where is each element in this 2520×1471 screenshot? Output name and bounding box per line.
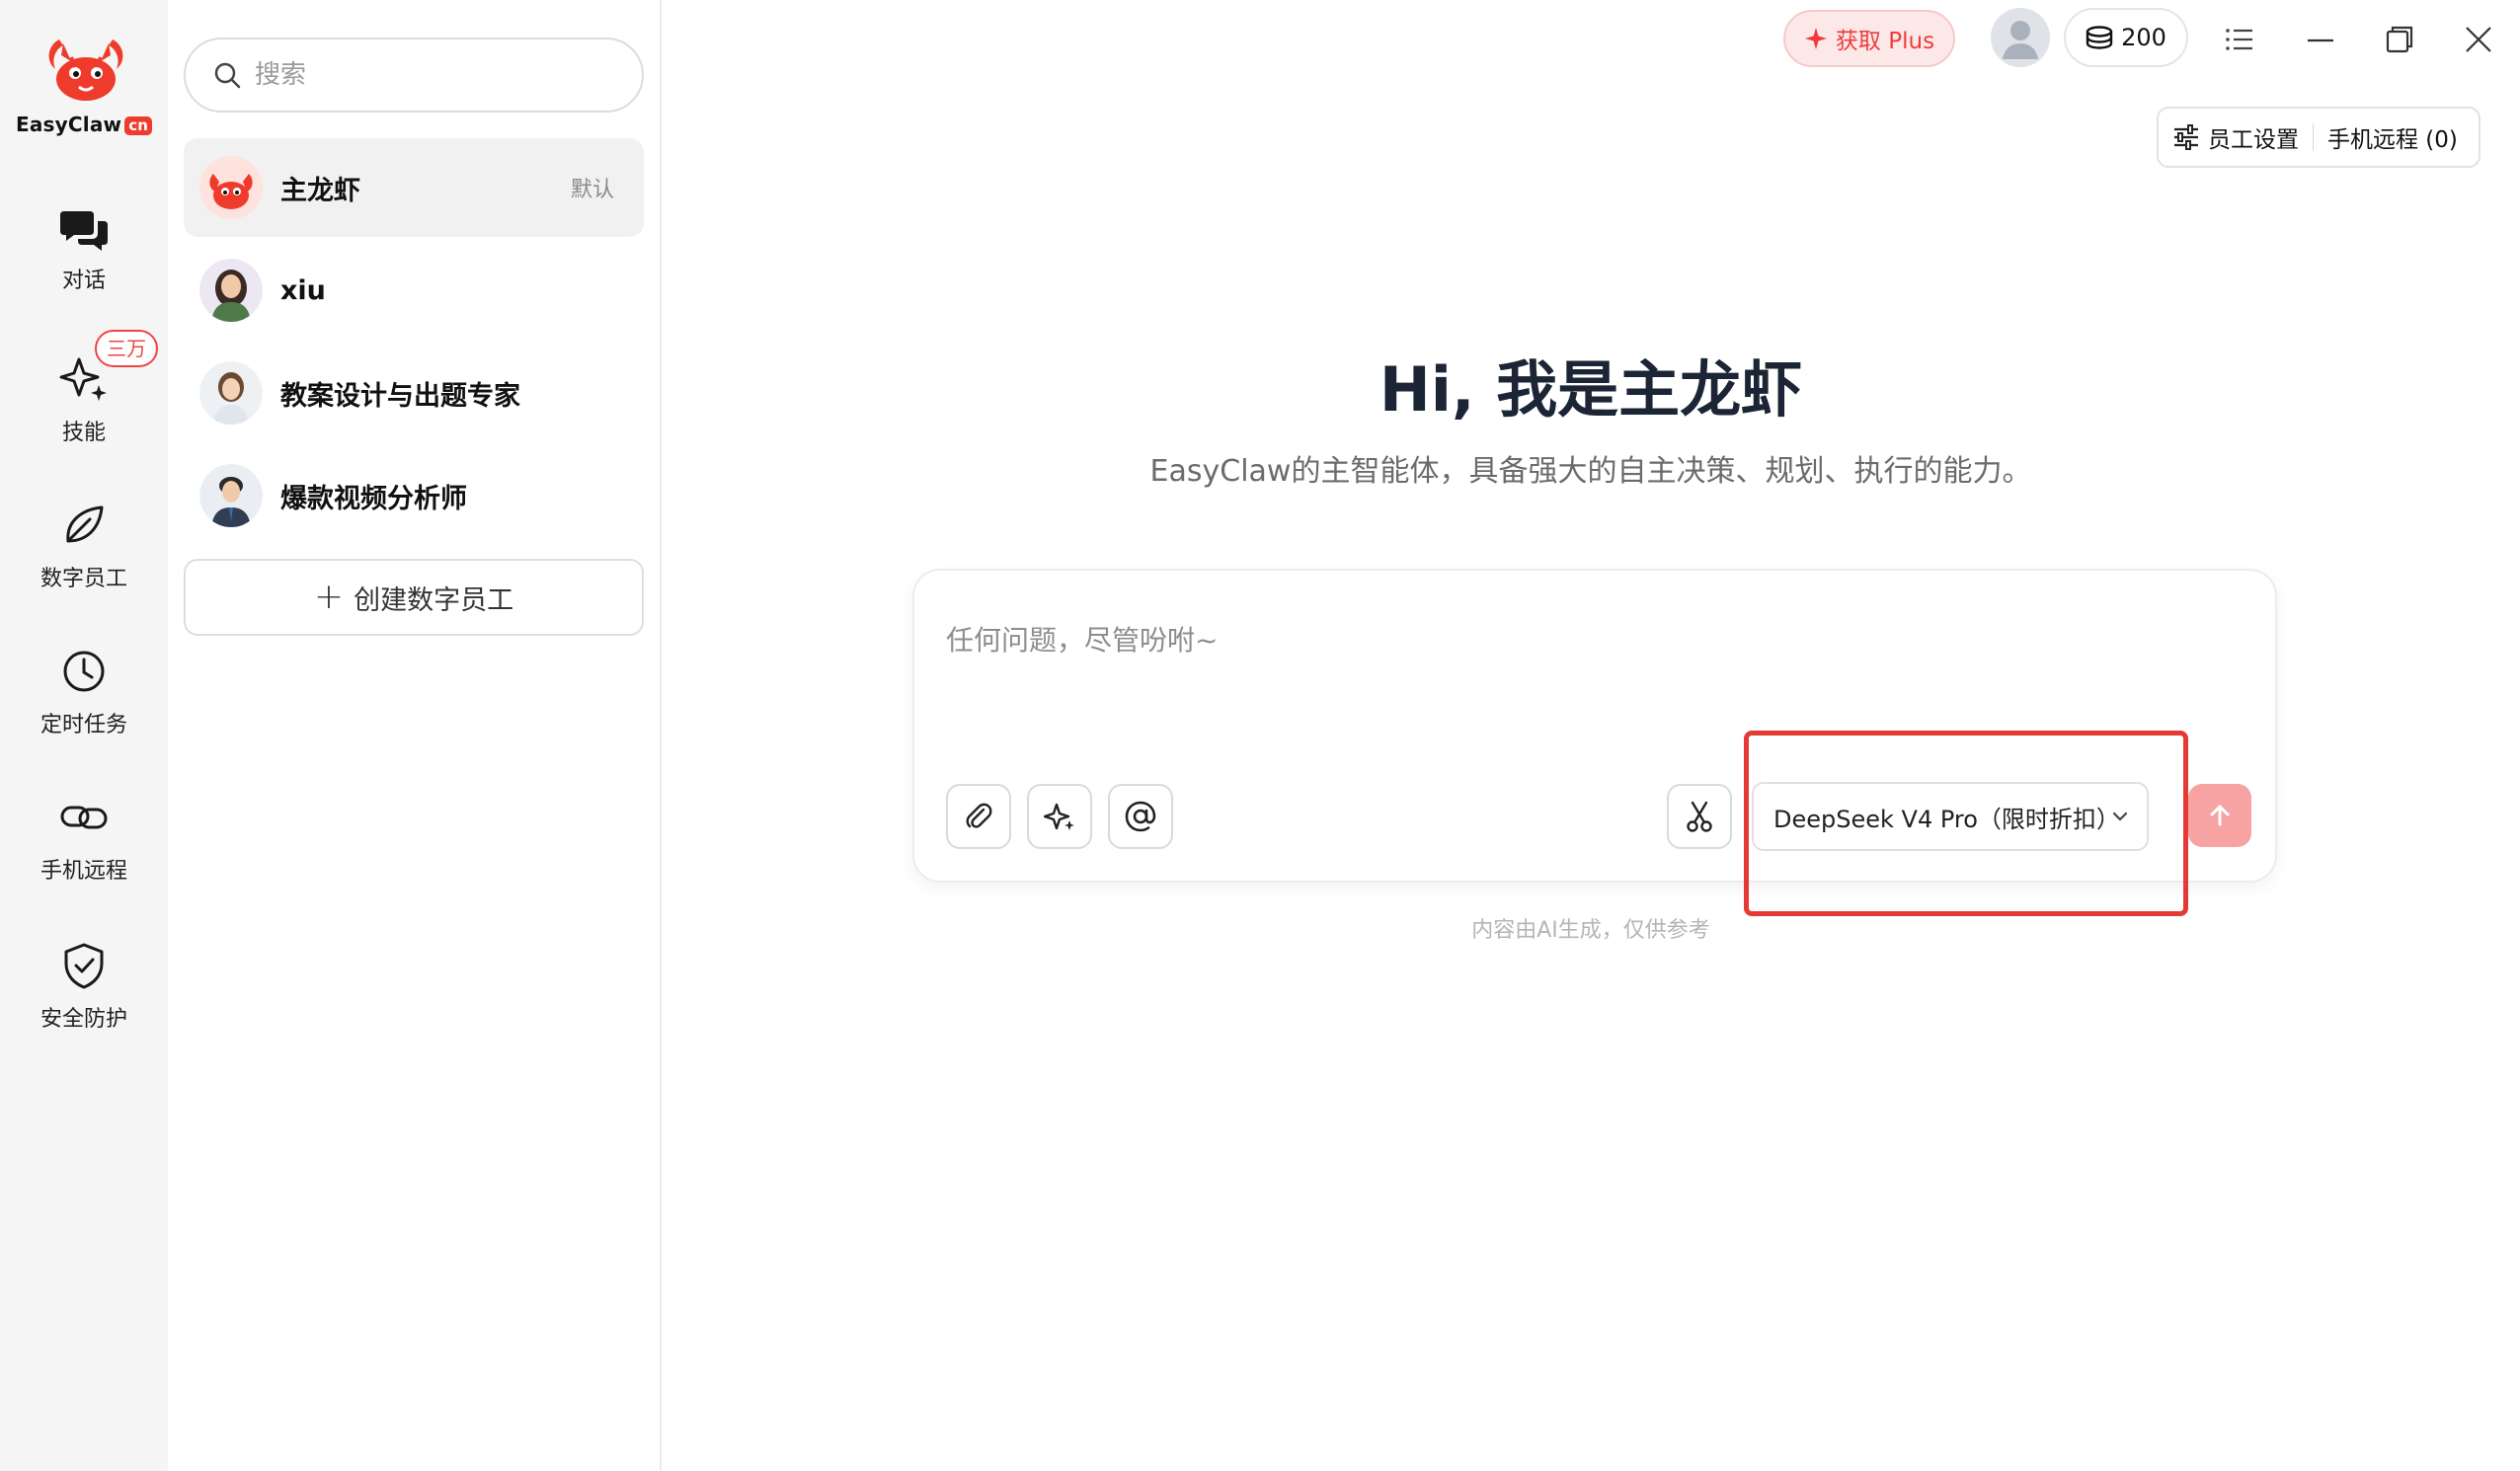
credits-value: 200	[2121, 24, 2166, 51]
get-plus-button[interactable]: 获取 Plus	[1783, 10, 1955, 67]
logo-badge: cn	[124, 116, 153, 135]
agent-avatar	[199, 464, 263, 527]
model-selector[interactable]: DeepSeek V4 Pro（限时折扣）	[1752, 782, 2149, 851]
mention-button[interactable]	[1108, 784, 1173, 849]
sparkle-icon	[1044, 803, 1074, 830]
menu-button[interactable]	[2218, 18, 2261, 61]
greeting-subtitle: EasyClaw的主智能体，具备强大的自主决策、规划、执行的能力。	[1149, 454, 2032, 489]
plus-icon: +	[313, 577, 345, 617]
logo-text: EasyClaw cn	[16, 113, 153, 136]
nav-item-phone-remote[interactable]: 手机远程	[0, 794, 168, 885]
at-icon	[1125, 801, 1156, 832]
nav-item-chat[interactable]: 对话	[0, 207, 168, 294]
arrow-up-icon	[2210, 805, 2230, 826]
nav-label: 定时任务	[39, 713, 127, 737]
search-input[interactable]	[255, 60, 610, 90]
ai-disclaimer: 内容由AI生成，仅供参考	[1471, 918, 1710, 943]
nav-label: 对话	[61, 269, 106, 293]
maximize-button[interactable]	[2378, 18, 2421, 61]
staff-settings-button[interactable]: 员工设置	[2159, 109, 2313, 166]
user-icon	[1991, 8, 2050, 67]
search-box[interactable]	[184, 38, 644, 113]
search-icon	[214, 62, 241, 89]
nav-label: 手机远程	[39, 859, 127, 884]
lobster-logo-icon	[48, 39, 123, 101]
sliders-icon	[2174, 124, 2198, 150]
skills-count-badge: 三万	[95, 330, 158, 367]
nav-label: 技能	[61, 421, 106, 445]
scissors-button[interactable]	[1667, 784, 1732, 849]
phone-remote-button[interactable]: 手机远程 (0)	[2314, 109, 2472, 166]
nav-item-skills[interactable]: 三万 技能	[0, 330, 168, 446]
attach-button[interactable]	[946, 784, 1011, 849]
agent-name: 爆款视频分析师	[280, 483, 467, 514]
agent-item-video-analyst[interactable]: 爆款视频分析师	[184, 446, 644, 545]
agent-avatar	[199, 361, 263, 425]
model-name: DeepSeek V4 Pro（限时折扣）	[1773, 805, 2120, 833]
agent-item-main-lobster[interactable]: 主龙虾 默认	[184, 138, 644, 237]
create-agent-label: 创建数字员工	[354, 584, 514, 616]
get-plus-label: 获取 Plus	[1835, 29, 1935, 54]
user-avatar[interactable]	[1991, 8, 2050, 67]
restore-icon	[2386, 26, 2413, 53]
coins-icon	[2086, 26, 2113, 49]
list-menu-icon	[2226, 29, 2252, 50]
agent-name: 主龙虾	[280, 175, 360, 206]
chat-icon	[60, 211, 108, 251]
nav-label: 安全防护	[39, 1007, 127, 1032]
send-button[interactable]	[2188, 784, 2251, 847]
agent-list-panel: 主龙虾 默认 xiu	[168, 0, 662, 1471]
agent-item-xiu[interactable]: xiu	[184, 241, 644, 340]
agent-avatar	[199, 259, 263, 322]
minimize-button[interactable]	[2299, 18, 2342, 61]
agent-name: 教案设计与出题专家	[280, 380, 520, 412]
close-button[interactable]	[2457, 18, 2500, 61]
message-composer: DeepSeek V4 Pro（限时折扣）	[912, 569, 2277, 883]
chevron-down-icon	[2112, 812, 2128, 821]
clock-icon	[63, 651, 105, 692]
agent-avatar	[199, 156, 263, 219]
app-window: EasyClaw cn 对话 三万 技能 数字员工 定时任务 手机远程 安全防护…	[0, 0, 2520, 1471]
link-icon	[60, 806, 108, 829]
star-icon	[1804, 28, 1827, 49]
skills-button[interactable]	[1027, 784, 1092, 849]
leaf-icon	[66, 505, 104, 543]
staff-settings-label: 员工设置	[2208, 127, 2299, 153]
header-actions: 员工设置 手机远程 (0)	[2157, 107, 2481, 168]
credits-badge[interactable]: 200	[2064, 8, 2188, 67]
shield-icon	[64, 943, 104, 989]
default-tag: 默认	[570, 178, 614, 202]
close-icon	[2466, 27, 2491, 52]
app-logo: EasyClaw cn	[12, 28, 156, 146]
message-input[interactable]	[946, 610, 2131, 669]
paperclip-icon	[966, 803, 992, 828]
nav-item-digital-staff[interactable]: 数字员工	[0, 502, 168, 592]
nav-item-security[interactable]: 安全防护	[0, 942, 168, 1033]
nav-item-scheduled-tasks[interactable]: 定时任务	[0, 648, 168, 738]
agent-item-lesson-expert[interactable]: 教案设计与出题专家	[184, 344, 644, 442]
minimize-icon	[2308, 39, 2333, 42]
agent-name: xiu	[280, 274, 326, 306]
nav-label: 数字员工	[39, 567, 127, 591]
greeting-title: Hi, 我是主龙虾	[1378, 353, 1803, 426]
create-agent-button[interactable]: + 创建数字员工	[184, 559, 644, 636]
phone-remote-label: 手机远程 (0)	[2327, 127, 2458, 153]
left-nav-rail: EasyClaw cn 对话 三万 技能 数字员工 定时任务 手机远程 安全防护	[0, 0, 168, 1471]
scissors-icon	[1687, 801, 1712, 832]
